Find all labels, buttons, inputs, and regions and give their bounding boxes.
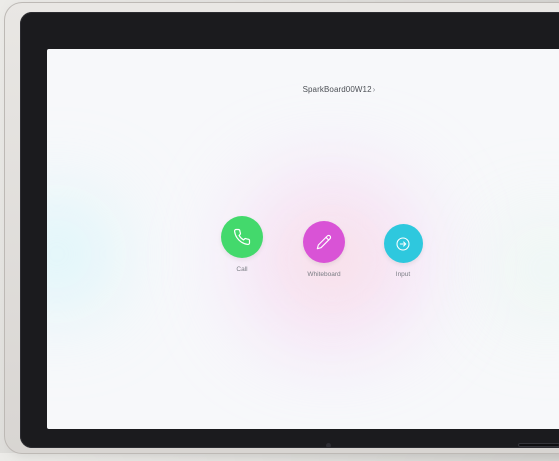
home-indicator bbox=[518, 443, 559, 447]
screen: SparkBoard00W12› Call Whiteboard Input bbox=[47, 49, 559, 429]
device-name-label: SparkBoard00W12 bbox=[303, 85, 372, 94]
call-button[interactable]: Call bbox=[221, 216, 263, 273]
arrow-right-icon bbox=[395, 236, 411, 252]
call-label: Call bbox=[221, 266, 263, 273]
whiteboard-button[interactable]: Whiteboard bbox=[303, 221, 345, 278]
phone-icon bbox=[233, 228, 251, 246]
left-glow bbox=[47, 179, 137, 329]
chevron-right-icon: › bbox=[373, 85, 376, 94]
right-glow bbox=[477, 209, 559, 329]
whiteboard-label: Whiteboard bbox=[303, 271, 345, 278]
whiteboard-circle[interactable] bbox=[303, 221, 345, 263]
input-button[interactable]: Input bbox=[383, 224, 423, 278]
device-bezel: SparkBoard00W12› Call Whiteboard Input bbox=[20, 12, 559, 448]
pencil-icon bbox=[316, 234, 332, 250]
input-circle[interactable] bbox=[384, 224, 423, 263]
front-sensor bbox=[326, 443, 331, 448]
device-name-button[interactable]: SparkBoard00W12› bbox=[294, 85, 384, 94]
spark-board-device: SparkBoard00W12› Call Whiteboard Input bbox=[4, 2, 559, 454]
call-circle[interactable] bbox=[221, 216, 263, 258]
input-label: Input bbox=[383, 271, 423, 278]
